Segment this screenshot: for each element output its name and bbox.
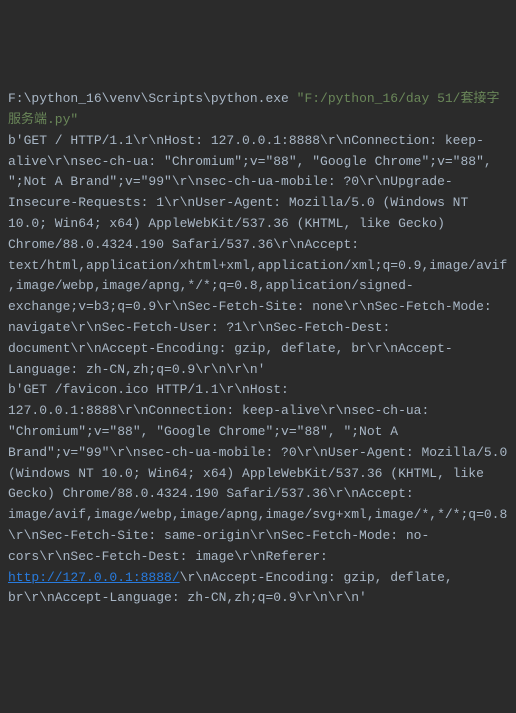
console-output: F:\python_16\venv\Scripts\python.exe "F:… xyxy=(8,89,508,609)
http-request-2-prefix: b'GET /favicon.ico HTTP/1.1\r\nHost: 127… xyxy=(8,382,515,563)
referer-url[interactable]: http://127.0.0.1:8888/ xyxy=(8,570,180,585)
http-request-1: b'GET / HTTP/1.1\r\nHost: 127.0.0.1:8888… xyxy=(8,133,507,377)
interpreter-path: F:\python_16\venv\Scripts\python.exe xyxy=(8,91,297,106)
